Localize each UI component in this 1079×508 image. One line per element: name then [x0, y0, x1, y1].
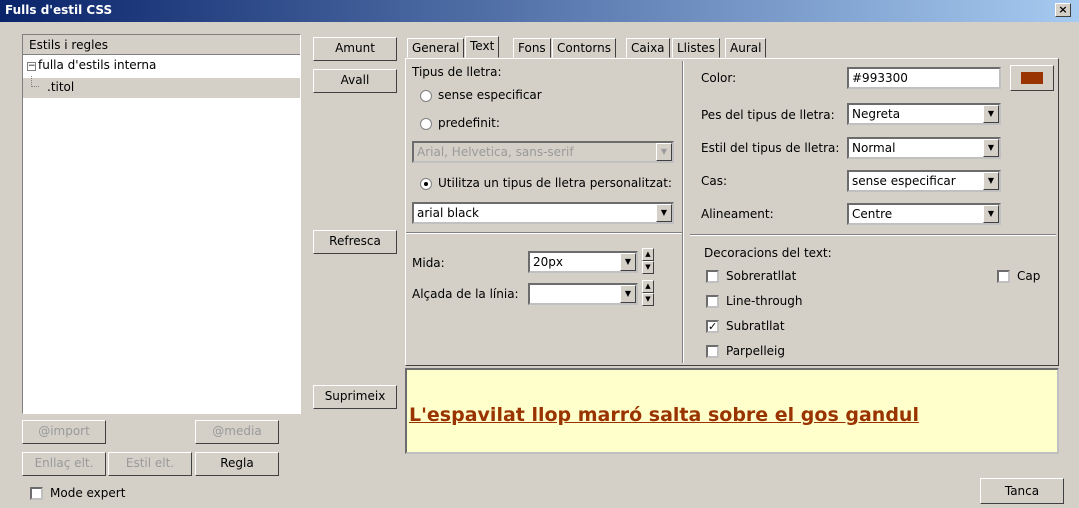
tree-item-internal-stylesheet[interactable]: fulla d'estils interna: [38, 58, 156, 72]
tree-item-titol[interactable]: .titol: [47, 80, 74, 94]
chevron-down-icon[interactable]: ▼: [620, 253, 636, 271]
move-down-button[interactable]: Avall: [313, 69, 397, 93]
line-height-spinner[interactable]: ▲ ▼: [642, 280, 654, 306]
title-bar: Fulls d'estil CSS ×: [0, 0, 1079, 22]
move-up-button[interactable]: Amunt: [313, 37, 397, 61]
text-tab-panel: Tipus de lletra: sense especificar prede…: [405, 58, 1059, 366]
tab-text[interactable]: Text: [465, 36, 500, 58]
tree-header: Estils i regles: [23, 35, 300, 55]
tree-connector: [31, 76, 39, 87]
chevron-down-icon[interactable]: ▼: [656, 143, 672, 161]
case-label: Cas:: [701, 174, 728, 188]
tab-lists[interactable]: Llistes: [672, 38, 720, 58]
align-label: Alineament:: [701, 207, 774, 221]
style-element-button[interactable]: Estil elt.: [108, 452, 192, 476]
chevron-down-icon[interactable]: ▼: [983, 172, 999, 190]
blink-label: Parpelleig: [726, 344, 785, 358]
divider: [406, 232, 682, 234]
radio-unspecified[interactable]: [420, 90, 432, 102]
import-button[interactable]: @import: [22, 420, 106, 444]
tab-general[interactable]: General: [407, 38, 465, 58]
spin-down-icon[interactable]: ▼: [642, 293, 654, 306]
none-checkbox[interactable]: [997, 270, 1010, 283]
color-input[interactable]: #993300: [847, 67, 1001, 89]
style-select[interactable]: Normal ▼: [847, 137, 1001, 159]
line-through-label: Line-through: [726, 294, 803, 308]
column-divider: [682, 61, 684, 363]
custom-font-value: arial black: [417, 206, 479, 220]
case-value: sense especificar: [852, 174, 956, 188]
color-value: #993300: [852, 71, 908, 85]
chevron-down-icon[interactable]: ▼: [983, 139, 999, 157]
close-window-button[interactable]: ×: [1055, 3, 1071, 17]
delete-button[interactable]: Suprimeix: [313, 385, 397, 409]
weight-label: Pes del tipus de lletra:: [701, 108, 835, 122]
weight-select[interactable]: Negreta ▼: [847, 103, 1001, 125]
collapse-icon[interactable]: −: [27, 62, 36, 71]
tab-background[interactable]: Fons: [513, 38, 551, 58]
radio-custom-font-label: Utilitza un tipus de lletra personalitza…: [438, 176, 672, 190]
tab-aural[interactable]: Aural: [725, 38, 767, 58]
align-value: Centre: [852, 207, 893, 221]
custom-font-select[interactable]: arial black ▼: [412, 202, 674, 224]
tab-borders[interactable]: Contorns: [552, 38, 616, 58]
font-section-label: Tipus de lletra:: [412, 65, 502, 79]
chevron-down-icon[interactable]: ▼: [620, 285, 636, 303]
underline-label: Subratllat: [726, 319, 785, 333]
expert-mode-label: Mode expert: [50, 486, 126, 500]
case-select[interactable]: sense especificar ▼: [847, 170, 1001, 192]
color-swatch: [1021, 72, 1043, 84]
tab-box[interactable]: Caixa: [626, 38, 670, 58]
rule-button[interactable]: Regla: [195, 452, 279, 476]
chevron-down-icon[interactable]: ▼: [983, 205, 999, 223]
divider: [690, 234, 1056, 236]
line-through-checkbox[interactable]: [706, 295, 719, 308]
size-label: Mida:: [412, 256, 445, 270]
color-picker-button[interactable]: [1010, 65, 1054, 91]
spin-up-icon[interactable]: ▲: [642, 280, 654, 293]
style-preview: L'espavilat llop marró salta sobre el go…: [405, 368, 1059, 454]
close-button[interactable]: Tanca: [980, 478, 1064, 504]
media-button[interactable]: @media: [195, 420, 279, 444]
link-element-button[interactable]: Enllaç elt.: [22, 452, 106, 476]
line-height-label: Alçada de la línia:: [412, 287, 519, 301]
align-select[interactable]: Centre ▼: [847, 203, 1001, 225]
size-select[interactable]: 20px ▼: [528, 251, 638, 273]
size-spinner[interactable]: ▲ ▼: [642, 248, 654, 274]
spin-down-icon[interactable]: ▼: [642, 261, 654, 274]
overline-checkbox[interactable]: [706, 270, 719, 283]
refresh-button[interactable]: Refresca: [313, 230, 397, 254]
weight-value: Negreta: [852, 107, 901, 121]
color-label: Color:: [701, 71, 737, 85]
predefined-font-select[interactable]: Arial, Helvetica, sans-serif ▼: [412, 141, 674, 163]
line-height-select[interactable]: ▼: [528, 283, 638, 305]
style-value: Normal: [852, 141, 896, 155]
spin-up-icon[interactable]: ▲: [642, 248, 654, 261]
none-label: Cap: [1017, 269, 1041, 283]
overline-label: Sobreratllat: [726, 269, 797, 283]
blink-checkbox[interactable]: [706, 345, 719, 358]
radio-predefined-label: predefinit:: [438, 116, 500, 130]
size-value: 20px: [533, 255, 563, 269]
radio-unspecified-label: sense especificar: [438, 88, 542, 102]
radio-predefined[interactable]: [420, 118, 432, 130]
decorations-title: Decoracions del text:: [704, 246, 832, 260]
preview-text: L'espavilat llop marró salta sobre el go…: [409, 404, 919, 426]
radio-custom-font[interactable]: [420, 178, 432, 190]
style-label: Estil del tipus de lletra:: [701, 141, 840, 155]
predefined-font-value: Arial, Helvetica, sans-serif: [417, 145, 574, 159]
chevron-down-icon[interactable]: ▼: [656, 204, 672, 222]
window-title: Fulls d'estil CSS: [5, 3, 113, 17]
chevron-down-icon[interactable]: ▼: [983, 105, 999, 123]
underline-checkbox[interactable]: ✓: [706, 320, 719, 333]
expert-mode-checkbox[interactable]: [30, 487, 43, 500]
rules-tree[interactable]: Estils i regles − fulla d'estils interna…: [22, 34, 301, 414]
